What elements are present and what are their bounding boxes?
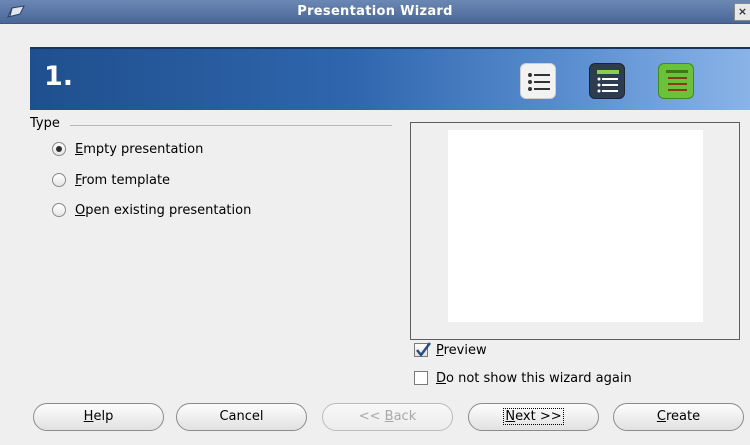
preview-checkbox-label: Preview bbox=[436, 342, 487, 358]
preview-checkbox-row[interactable]: Preview bbox=[414, 340, 487, 360]
create-button[interactable]: Create bbox=[613, 403, 744, 431]
dont-show-checkbox-label: Do not show this wizard again bbox=[436, 370, 632, 386]
dont-show-checkbox[interactable] bbox=[414, 371, 428, 385]
radio-from-template[interactable]: From template bbox=[52, 170, 170, 190]
cancel-button[interactable]: Cancel bbox=[176, 403, 307, 431]
title-bar: Presentation Wizard × bbox=[0, 0, 750, 24]
wizard-banner: 1. bbox=[30, 47, 750, 110]
back-button[interactable]: << Back bbox=[322, 403, 453, 431]
preview-canvas bbox=[448, 130, 703, 322]
radio-button[interactable] bbox=[52, 203, 66, 217]
checkmark-icon bbox=[416, 342, 431, 358]
step-number: 1. bbox=[44, 61, 74, 92]
preview-panel bbox=[410, 122, 740, 340]
radio-open-existing-presentation[interactable]: Open existing presentation bbox=[52, 200, 251, 220]
radio-label: Empty presentation bbox=[75, 141, 204, 157]
next-button[interactable]: Next >> bbox=[468, 403, 599, 431]
help-button[interactable]: Help bbox=[33, 403, 164, 431]
radio-button[interactable] bbox=[52, 173, 66, 187]
preview-checkbox[interactable] bbox=[414, 342, 431, 358]
radio-label: From template bbox=[75, 172, 171, 188]
list-icon-plain bbox=[520, 63, 556, 99]
type-group-label: Type bbox=[30, 116, 60, 131]
radio-button[interactable] bbox=[52, 142, 66, 156]
type-group-divider bbox=[70, 125, 392, 126]
list-icon-dark bbox=[589, 63, 625, 99]
dont-show-checkbox-row[interactable]: Do not show this wizard again bbox=[414, 368, 632, 388]
radio-empty-presentation[interactable]: Empty presentation bbox=[52, 139, 203, 159]
list-icon-green bbox=[658, 63, 694, 99]
close-icon[interactable]: × bbox=[734, 3, 750, 21]
window-title: Presentation Wizard bbox=[297, 4, 453, 19]
radio-label: Open existing presentation bbox=[75, 202, 252, 218]
